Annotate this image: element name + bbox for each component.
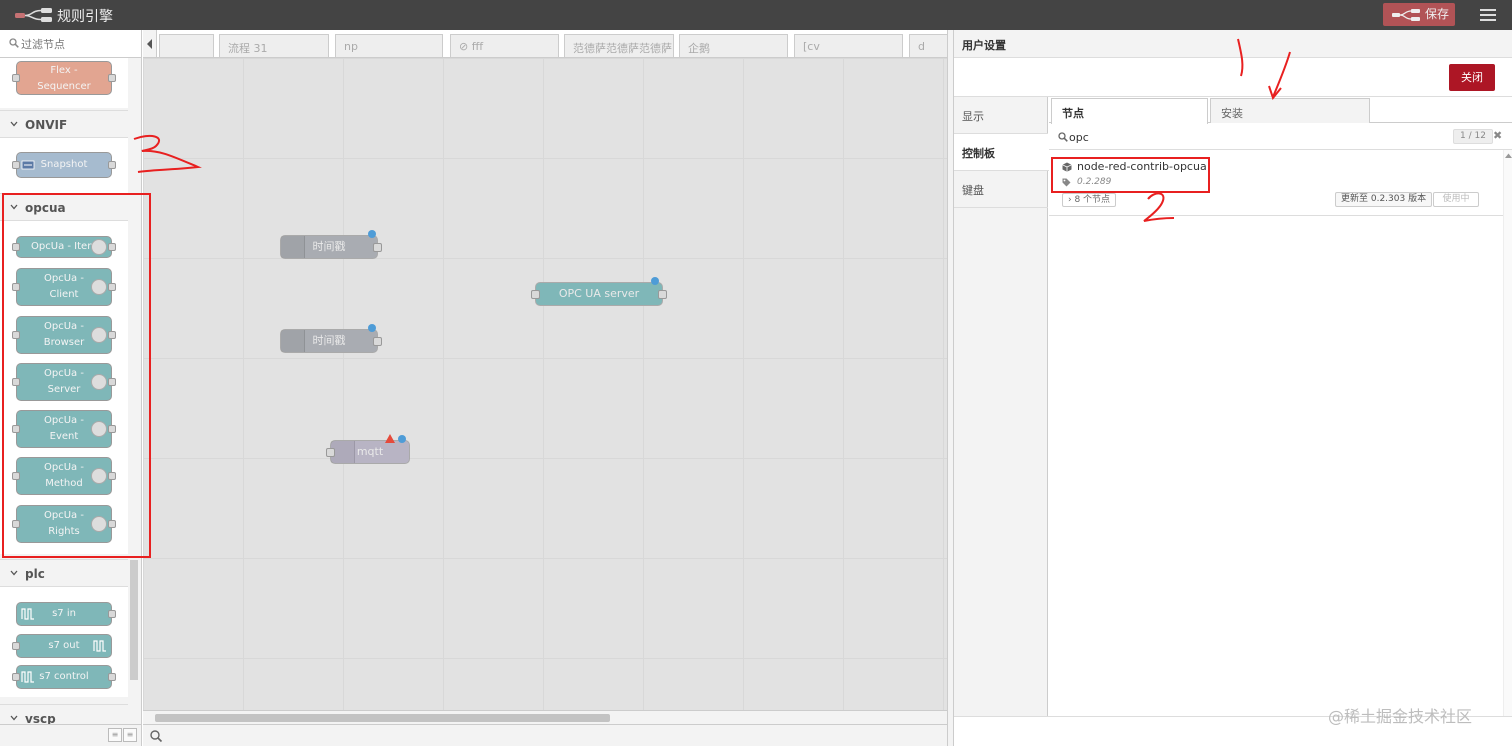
pulse-icon (93, 640, 106, 652)
palette-category-body: Flex - Sequencer (0, 58, 128, 108)
pulse-icon (21, 608, 34, 620)
flow-node-inject[interactable]: 时间戳 (280, 324, 382, 353)
tab-nodes[interactable]: 节点 (1051, 98, 1208, 124)
chevron-down-icon (10, 121, 18, 127)
flow-node-opcua-server[interactable]: OPC UA server (531, 277, 667, 306)
workspace-tab[interactable]: 范德萨范德萨范德萨 (564, 34, 674, 57)
workspace-tab[interactable]: np (335, 34, 443, 57)
scrollbar-thumb[interactable] (155, 714, 610, 722)
workspace-tab[interactable] (159, 34, 214, 57)
expand-all-button[interactable]: ≡ (123, 728, 137, 742)
workspace-scrollbar[interactable] (143, 710, 947, 724)
pulse-icon (21, 671, 34, 683)
palette-node-flex-sequencer[interactable]: Flex - Sequencer (12, 61, 116, 95)
workspace-footer (143, 724, 947, 746)
annotation-box-opcua (2, 193, 151, 558)
search-icon (1058, 132, 1068, 142)
warning-triangle-icon (385, 434, 395, 443)
palette-search (0, 30, 141, 58)
scrollbar-thumb[interactable] (130, 560, 138, 680)
nav-item-keyboard[interactable]: 键盘 (954, 171, 1048, 208)
camera-icon (21, 160, 35, 170)
workspace-tabs: 流程 31 np ⊘ fff 范德萨范德萨范德萨 企鹅 [cv d (143, 30, 947, 58)
main-menu-button[interactable] (1478, 6, 1498, 24)
chevron-left-icon (147, 39, 152, 49)
palette-node-s7-in[interactable]: s7 in (16, 602, 116, 626)
package-nodes-toggle[interactable]: › 8 个节点 (1062, 193, 1117, 207)
sidebar-divider[interactable] (947, 30, 954, 746)
changed-indicator (398, 435, 406, 443)
settings-nav: 显示 控制板 键盘 (954, 97, 1049, 746)
deploy-icon (1392, 9, 1420, 21)
palette-node-label: Snapshot (40, 159, 88, 170)
annotation-two-icon (1143, 192, 1175, 222)
palette-filter-input[interactable] (21, 35, 131, 53)
flow-node-label: 时间戳 (312, 240, 346, 253)
chevron-down-icon (10, 570, 18, 576)
palette-node-label: s7 control (39, 671, 89, 682)
palette-node-s7-control[interactable]: s7 control (12, 665, 116, 689)
scroll-up-icon[interactable] (1505, 153, 1512, 159)
flow-node-inject[interactable]: 时间戳 (280, 230, 382, 259)
header: 规则引擎 保存 (0, 0, 1512, 30)
node-filter-input[interactable] (1069, 128, 1429, 146)
filter-count-badge: 1 / 12 (1453, 129, 1493, 144)
chevron-down-icon (10, 715, 18, 721)
category-label: ONVIF (25, 118, 68, 132)
deploy-label: 保存 (1425, 7, 1450, 21)
workspace-tab[interactable]: ⊘ fff (450, 34, 559, 57)
palette-node-label: Flex - Sequencer (37, 65, 91, 92)
update-button[interactable]: 更新至 0.2.303 版本 (1335, 192, 1433, 207)
workspace-tab[interactable]: 企鹅 (679, 34, 788, 57)
package-list-scrollbar[interactable] (1503, 150, 1512, 746)
palette-node-label: s7 in (52, 608, 76, 619)
deploy-button[interactable]: 保存 (1383, 3, 1455, 26)
flow-node-mqtt[interactable]: mqtt (326, 434, 410, 464)
workspace-tab[interactable]: [cv (794, 34, 903, 57)
collapse-all-button[interactable]: ≡ (108, 728, 122, 742)
node-filter: 1 / 12 ✖ (1049, 123, 1512, 150)
app-title: 规则引擎 (57, 9, 113, 25)
search-icon[interactable] (149, 729, 163, 743)
annotation-arrow-icon (1237, 38, 1291, 101)
palette-category-body: Snapshot (0, 138, 128, 193)
watermark: @稀土掘金技术社区 (1328, 707, 1473, 726)
changed-indicator (651, 277, 659, 285)
nav-item-view[interactable]: 显示 (954, 97, 1048, 134)
node-red-logo-icon (15, 8, 52, 22)
palette-node-snapshot[interactable]: Snapshot (12, 152, 116, 178)
tabs-scroll-left[interactable] (143, 30, 157, 57)
palette-node-label: s7 out (48, 640, 80, 651)
flow-node-label: 时间戳 (312, 334, 346, 347)
flow-node-label: OPC UA server (558, 287, 640, 300)
palette-category-onvif[interactable]: ONVIF (0, 110, 128, 138)
palette-category-body: s7 in s7 out s7 control (0, 587, 128, 697)
flow-node-label: mqtt (356, 445, 384, 458)
palette-manager: 节点 安装 1 / 12 ✖ node-red-contrib-opcua 0.… (1049, 97, 1512, 746)
category-label: plc (25, 567, 45, 581)
workspace-tab[interactable]: 流程 31 (219, 34, 329, 57)
annotation-box-package (1051, 157, 1210, 193)
in-use-button: 使用中 (1433, 192, 1479, 207)
annotation-three-icon (133, 134, 202, 173)
clear-filter-icon[interactable]: ✖ (1493, 129, 1502, 142)
changed-indicator (368, 324, 376, 332)
workspace-canvas[interactable]: 时间戳 时间戳 OPC UA server mqtt (143, 58, 947, 710)
user-settings-dialog: 用户设置 关闭 显示 控制板 键盘 节点 安装 1 / 12 ✖ (954, 30, 1512, 746)
workspace-tab[interactable]: d (909, 34, 947, 57)
package-list: node-red-contrib-opcua 0.2.289 › 8 个节点 更… (1049, 150, 1503, 746)
close-button[interactable]: 关闭 (1449, 64, 1495, 91)
palette-category-plc[interactable]: plc (0, 559, 128, 587)
nav-item-palette[interactable]: 控制板 (954, 134, 1049, 171)
search-icon (9, 38, 19, 48)
palette-footer: ≡ ≡ (0, 724, 141, 746)
palette-node-s7-out[interactable]: s7 out (12, 634, 112, 658)
changed-indicator (368, 230, 376, 238)
